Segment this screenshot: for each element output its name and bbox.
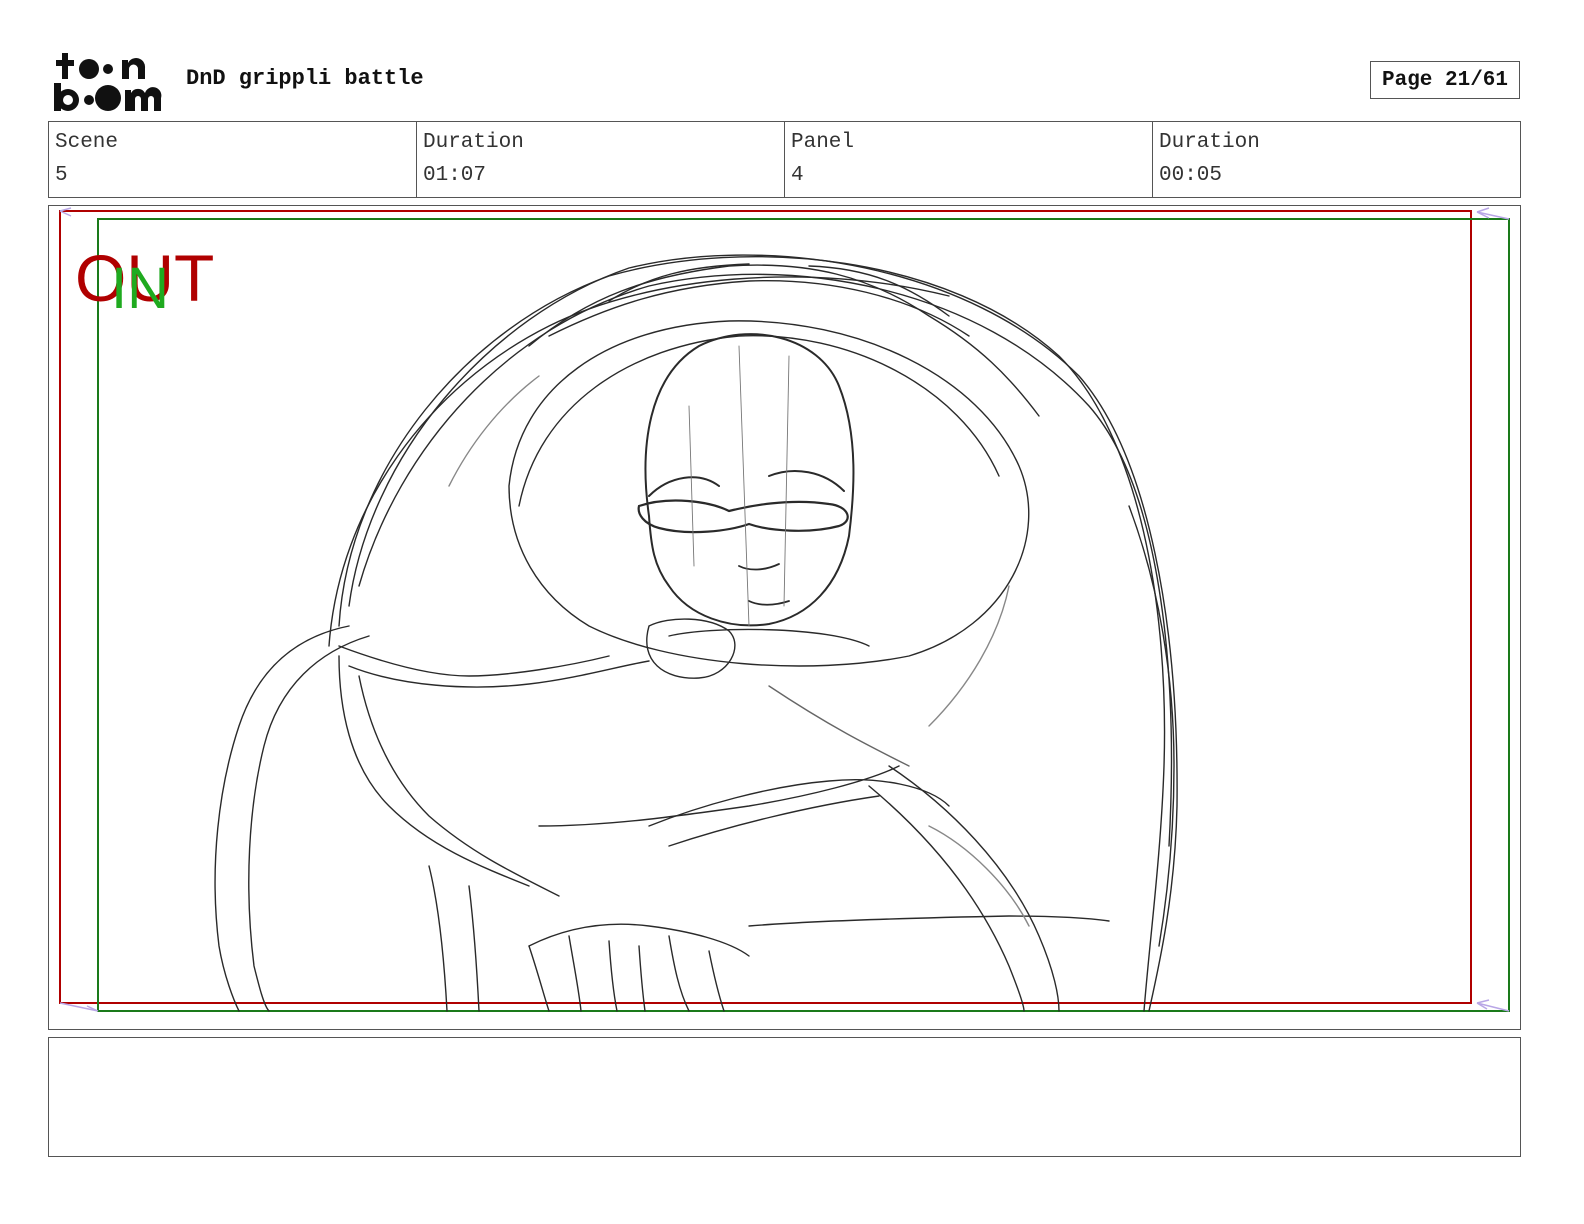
in-frame [97, 218, 1510, 1012]
panel-value: 4 [791, 164, 804, 187]
frame-arrows [59, 207, 1510, 1012]
info-table: Scene 5 Duration 01:07 Panel 4 Duration … [48, 121, 1521, 198]
panel-canvas: OUT IN [59, 207, 1510, 1012]
page-number: Page 21/61 [1370, 61, 1520, 99]
panel-notes-box[interactable] [48, 1037, 1521, 1157]
out-frame [59, 210, 1472, 1004]
character-sketch [214, 254, 1178, 1012]
toonboom-logo [52, 50, 164, 112]
scene-duration-value: 01:07 [423, 164, 487, 187]
panel-duration-cell: Duration 00:05 [1153, 122, 1520, 197]
scene-cell: Scene 5 [49, 122, 417, 197]
scene-label: Scene [55, 131, 119, 154]
scene-duration-label: Duration [423, 131, 524, 154]
panel-label: Panel [791, 131, 855, 154]
document-title: DnD grippli battle [186, 66, 424, 91]
panel-duration-label: Duration [1159, 131, 1260, 154]
panel-duration-value: 00:05 [1159, 164, 1223, 187]
scene-value: 5 [55, 164, 68, 187]
storyboard-panel: OUT IN [48, 205, 1521, 1030]
scene-duration-cell: Duration 01:07 [417, 122, 785, 197]
in-marker: IN [111, 256, 169, 321]
panel-cell: Panel 4 [785, 122, 1153, 197]
